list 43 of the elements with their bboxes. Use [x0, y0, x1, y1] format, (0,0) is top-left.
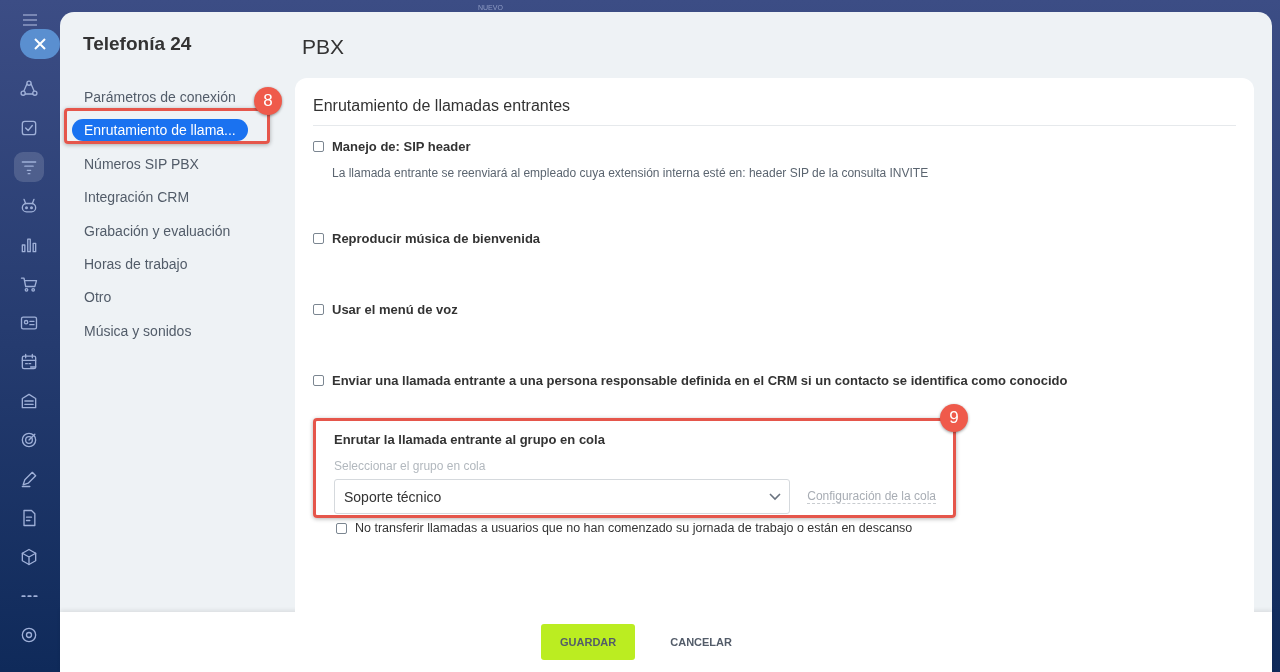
checkbox[interactable] [313, 233, 324, 244]
app-title: Telefonía 24 [82, 32, 193, 56]
checkbox[interactable] [313, 304, 324, 315]
selected-nav-button[interactable] [14, 152, 44, 182]
nav-item[interactable]: Música y sonidos [72, 319, 204, 342]
option-label: Manejo de: SIP header [332, 139, 471, 154]
field-label: Seleccionar el grupo en cola [334, 459, 487, 473]
option-label: Enviar una llamada entrante a una persona responsable definida en el CRM si un contacto se identifica como conocido [332, 373, 1068, 388]
cube-icon [19, 547, 39, 567]
option-description: La llamada entrante se reenviará al empleado cuya extensión interna esté en: header SIP de la consulta INVITE [332, 166, 930, 180]
queue-select[interactable]: Soporte técnico [334, 479, 791, 514]
checkbox[interactable] [336, 522, 347, 534]
network-icon [19, 79, 39, 99]
group-title: Enrutar la llamada entrante al grupo en cola [334, 432, 606, 447]
nav-item[interactable]: Integración CRM [72, 186, 202, 209]
pen-icon [19, 469, 39, 489]
option-label: Usar el menú de voz [332, 302, 458, 317]
calendar-icon [19, 352, 39, 372]
nav-item[interactable]: Grabación y evaluación [72, 219, 243, 242]
step-number: 8 [254, 87, 282, 116]
nav-item[interactable]: Otro [72, 286, 124, 309]
nav-item[interactable]: Parámetros de conexión [72, 86, 248, 108]
option-label: No transferir llamadas a usuarios que no han comenzado su jornada de trabajo o están en descanso [355, 521, 913, 535]
robot-icon [19, 196, 39, 216]
nav-item[interactable]: Números SIP PBX [72, 152, 211, 175]
nav-item[interactable]: Horas de trabajo [72, 252, 200, 275]
checkbox-icon [19, 118, 39, 138]
checkbox[interactable] [313, 375, 324, 386]
close-button[interactable] [20, 29, 60, 59]
option-label: Reproducir música de bienvenida [332, 231, 541, 246]
cancel-button[interactable]: CANCELAR [651, 624, 751, 660]
step-number: 9 [940, 404, 968, 432]
caret-icon [769, 492, 782, 501]
close-icon [34, 38, 46, 50]
target-icon [19, 430, 39, 450]
section-title: Enrutamiento de llamadas entrantes [313, 78, 1236, 126]
settings-icon [19, 625, 39, 645]
checkbox[interactable] [313, 141, 324, 152]
nav-item[interactable]: Enrutamiento de llama... [72, 119, 248, 142]
save-button[interactable]: GUARDAR [541, 624, 636, 660]
more-icon [20, 594, 38, 598]
warehouse-icon [19, 391, 39, 411]
page-title: PBX [301, 34, 346, 60]
